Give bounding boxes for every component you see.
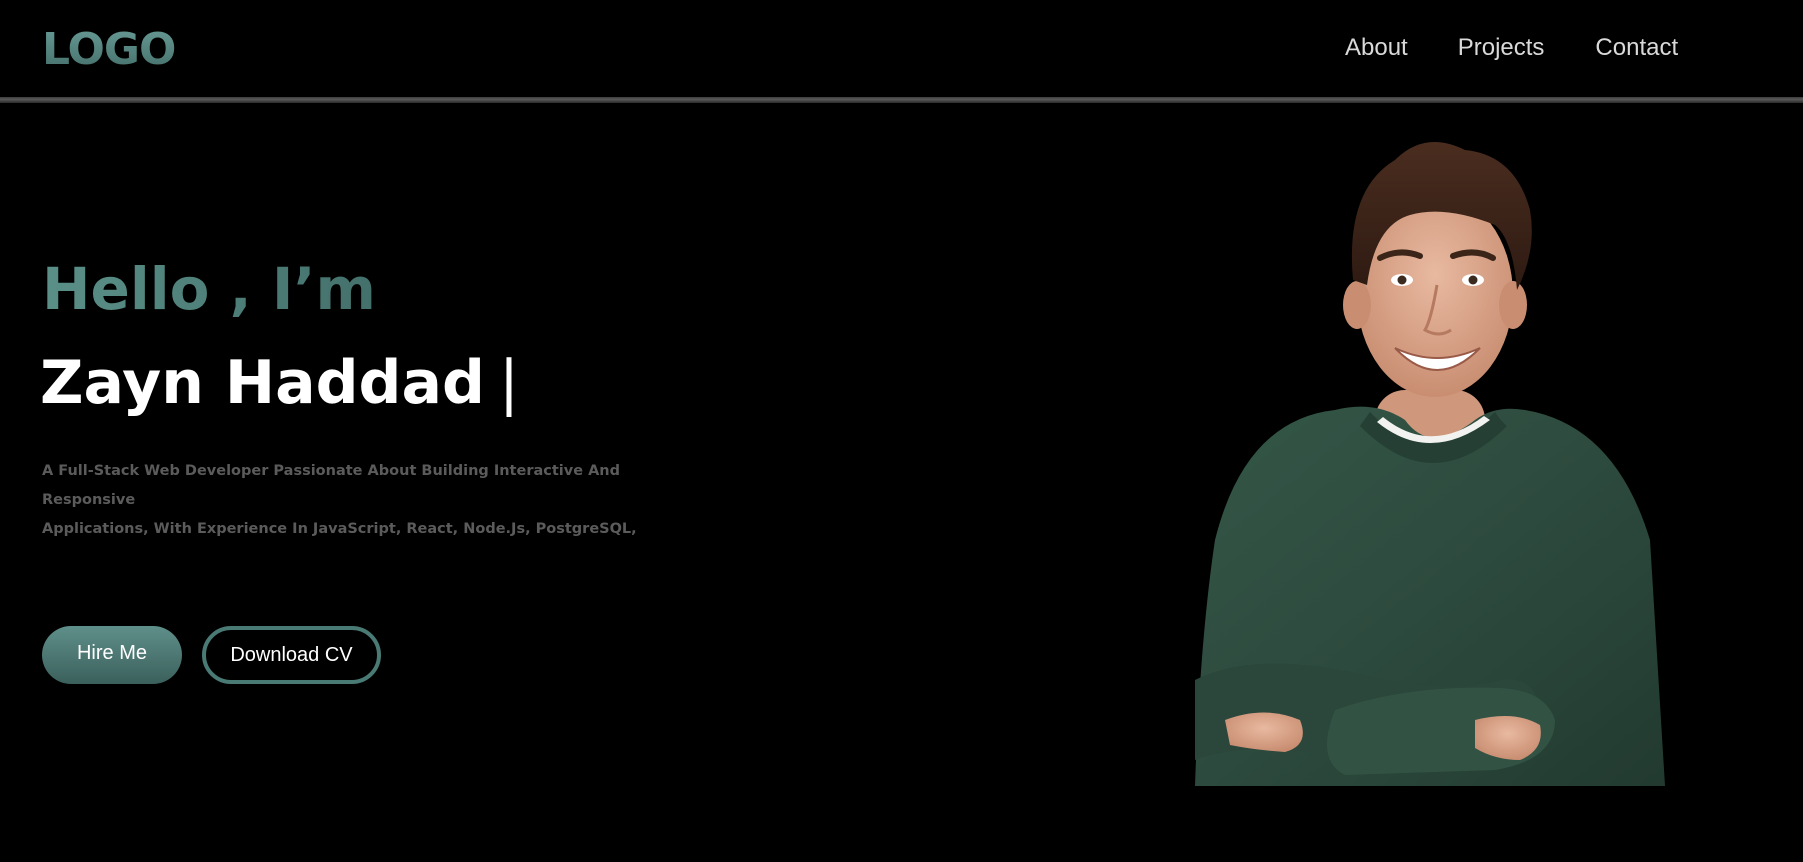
- logo[interactable]: LOGO: [42, 22, 176, 78]
- hero-description-line-2: Applications, With Experience In JavaScr…: [42, 521, 637, 537]
- hero-description: A Full-Stack Web Developer Passionate Ab…: [42, 457, 692, 544]
- portrait-image: [1195, 142, 1665, 786]
- header-divider: [0, 97, 1803, 103]
- hero-name-line: Zayn Haddad |: [40, 344, 519, 422]
- nav-link-about[interactable]: About: [1345, 31, 1408, 65]
- hero-description-line-1: A Full-Stack Web Developer Passionate Ab…: [42, 463, 621, 508]
- hero-name: Zayn Haddad: [40, 348, 485, 418]
- portfolio-page: LOGO About Projects Contact Hello , I’m …: [0, 0, 1803, 862]
- nav-links: About Projects Contact: [1345, 31, 1678, 65]
- download-cv-button[interactable]: Download CV: [202, 626, 381, 684]
- hero-greeting: Hello , I’m: [42, 252, 376, 326]
- navbar: LOGO About Projects Contact: [0, 0, 1803, 98]
- nav-link-contact[interactable]: Contact: [1595, 31, 1678, 65]
- hire-me-button[interactable]: Hire Me: [42, 626, 182, 684]
- nav-link-projects[interactable]: Projects: [1458, 31, 1545, 65]
- typing-cursor: |: [498, 348, 520, 418]
